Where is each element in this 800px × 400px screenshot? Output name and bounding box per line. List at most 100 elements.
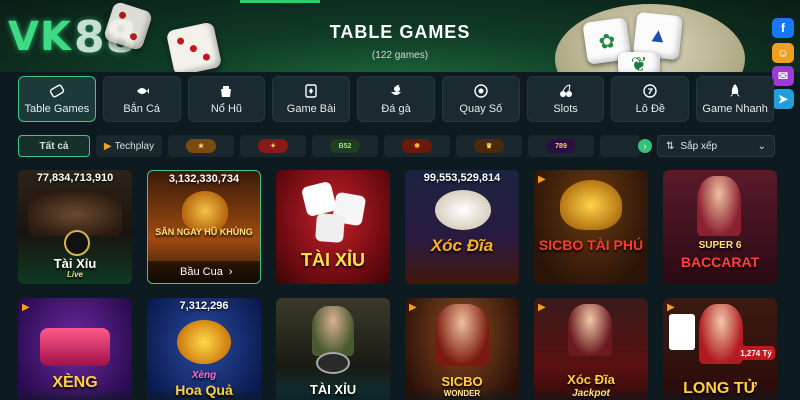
game-hover-bar[interactable]: Bầu Cua ›	[148, 261, 260, 283]
game-title: Xóc Đĩa	[567, 372, 615, 387]
game-title: SICBO	[441, 374, 483, 389]
jackpot-counter: 3,132,330,734	[168, 173, 240, 185]
fish-icon	[134, 83, 150, 99]
provider-logo-5[interactable]: ♛	[456, 135, 522, 157]
promo-banner: SĂN NGAY HŨ KHỦNG	[155, 227, 253, 237]
jackpot-badge-icon: ▶	[409, 302, 417, 313]
game-subtitle: WONDER	[443, 389, 481, 398]
game-badge: Xèng	[191, 370, 217, 381]
game-card[interactable]: SUPER 6 BACCARAT	[663, 170, 777, 284]
shrimp-die-icon: ❦	[618, 52, 660, 72]
jackpot-amount-badge: 1,274 Tỷ	[737, 346, 775, 360]
dice-icon	[300, 180, 338, 218]
provider-logo-2-icon: ✦	[258, 139, 288, 153]
tab-label: Game Nhanh	[702, 103, 768, 115]
dice-icon	[315, 213, 345, 243]
dice-bowl-icon	[316, 352, 350, 374]
provider-logo-4-icon: ✹	[402, 139, 432, 153]
sort-label: Sắp xếp	[680, 140, 718, 152]
sort-icon: ⇅	[666, 140, 675, 152]
game-title: Xóc Đĩa	[430, 236, 494, 255]
game-card[interactable]: 7,312,296 Xèng Hoa Quả	[147, 298, 261, 400]
game-subtitle: Jackpot	[572, 388, 610, 399]
game-card[interactable]: 77,834,713,910 Tài Xỉu Live	[18, 170, 132, 284]
jackpot-pot-icon	[218, 83, 234, 99]
tab-label: Quay Số	[459, 103, 503, 115]
provider-more[interactable]	[600, 135, 640, 157]
game-badge: SUPER 6	[698, 240, 742, 251]
sort-dropdown[interactable]: ⇅ Sắp xếp ⌄	[657, 135, 775, 157]
god-of-wealth-art	[182, 191, 228, 231]
dice-bowl-icon	[64, 230, 90, 256]
provider-label: Techplay	[114, 140, 155, 152]
game-title: TÀI XỈU	[309, 382, 357, 397]
rooster-icon	[388, 83, 404, 99]
tab-game-nhanh[interactable]: Game Nhanh	[696, 76, 775, 122]
game-title: TÀI XỈU	[300, 250, 365, 270]
provider-b52[interactable]: B52	[312, 135, 378, 157]
tab-game-bai[interactable]: Game Bài	[272, 76, 351, 122]
golden-toad-art	[560, 180, 622, 230]
provider-all-button[interactable]: Tất cả	[18, 135, 90, 157]
slot-machine-art	[40, 328, 110, 366]
tab-lo-de[interactable]: Lô Đề	[611, 76, 690, 122]
provider-techplay[interactable]: ▶ Techplay	[96, 135, 162, 157]
dealer-art	[697, 176, 741, 236]
jackpot-badge-icon: ▶	[538, 174, 546, 185]
facebook-icon[interactable]: f	[772, 18, 794, 38]
provider-filter-bar: Tất cả ▶ Techplay ★ ✦ B52 ✹ ♛ 789	[18, 135, 654, 157]
lottery-ball-icon	[473, 83, 489, 99]
tab-da-ga[interactable]: Đá gà	[357, 76, 435, 122]
game-title: XÈNG	[52, 374, 98, 391]
game-card[interactable]: ▶ SICBO TÀI PHÚ	[534, 170, 648, 284]
game-card[interactable]: ▶ Xóc Đĩa Jackpot	[534, 298, 648, 400]
category-nav: Table Games Bắn Cá Nổ Hũ Game Bài Đá gà …	[18, 76, 775, 122]
chevron-down-icon: ⌄	[757, 140, 766, 152]
provider-789[interactable]: 789	[528, 135, 594, 157]
jackpot-counter: 7,312,296	[179, 300, 229, 312]
provider-logo-5-icon: ♛	[474, 139, 504, 153]
game-title: Tài Xỉu	[53, 256, 97, 271]
game-card[interactable]: ▶ 1,274 Tỷ LONG TỬ	[663, 298, 777, 400]
jackpot-badge-icon: ▶	[538, 302, 546, 313]
game-card[interactable]: 99,553,529,814 Xóc Đĩa	[405, 170, 519, 284]
jackpot-badge-icon: ▶	[667, 302, 675, 313]
jackpot-badge-icon: ▶	[22, 302, 30, 313]
dealer-art	[568, 304, 612, 356]
game-card[interactable]: ▶ SICBO WONDER	[405, 298, 519, 400]
game-title: Bầu Cua	[180, 266, 223, 278]
game-card[interactable]: ▶ XÈNG	[18, 298, 132, 400]
game-grid: 77,834,713,910 Tài Xỉu Live 3,132,330,73…	[18, 170, 777, 400]
header-banner: VK 88 TABLE GAMES (122 games) ✿ ▲ ❦	[0, 0, 800, 72]
game-subtitle: Live	[66, 270, 83, 279]
tab-label: Slots	[553, 103, 578, 115]
game-card[interactable]: TÀI XỈU	[276, 298, 390, 400]
jackpot-counter: 99,553,529,814	[423, 172, 501, 184]
provider-logo-2[interactable]: ✦	[240, 135, 306, 157]
group-icon[interactable]: ☺	[772, 43, 794, 63]
cherry-icon	[558, 83, 574, 99]
game-title: LONG TỬ	[683, 380, 757, 397]
tab-table-games[interactable]: Table Games	[18, 76, 96, 122]
tab-label: Nổ Hũ	[210, 103, 243, 115]
chevron-right-icon[interactable]: ›	[638, 139, 652, 153]
tab-slots[interactable]: Slots	[526, 76, 605, 122]
disc-plate-art	[435, 190, 491, 230]
jackpot-counter: 77,834,713,910	[36, 172, 114, 184]
playing-card-icon	[669, 314, 695, 350]
provider-logo-4[interactable]: ✹	[384, 135, 450, 157]
tab-no-hu[interactable]: Nổ Hũ	[187, 76, 266, 122]
provider-logo-1[interactable]: ★	[168, 135, 234, 157]
techplay-icon: ▶	[103, 140, 112, 152]
game-card-selected[interactable]: 3,132,330,734 SĂN NGAY HŨ KHỦNG Bầu Cua …	[147, 170, 261, 284]
tab-ban-ca[interactable]: Bắn Cá	[102, 76, 181, 122]
game-title: SICBO TÀI PHÚ	[538, 237, 644, 253]
tab-label: Game Bài	[286, 103, 336, 115]
provider-logo-1-icon: ★	[186, 139, 216, 153]
messenger-icon[interactable]: ✉	[772, 66, 794, 86]
game-title: BACCARAT	[680, 254, 760, 270]
game-card[interactable]: TÀI XỈU	[276, 170, 390, 284]
wonder-woman-art	[435, 304, 489, 366]
telegram-icon[interactable]: ➤	[772, 89, 794, 109]
tab-quay-so[interactable]: Quay Số	[441, 76, 520, 122]
